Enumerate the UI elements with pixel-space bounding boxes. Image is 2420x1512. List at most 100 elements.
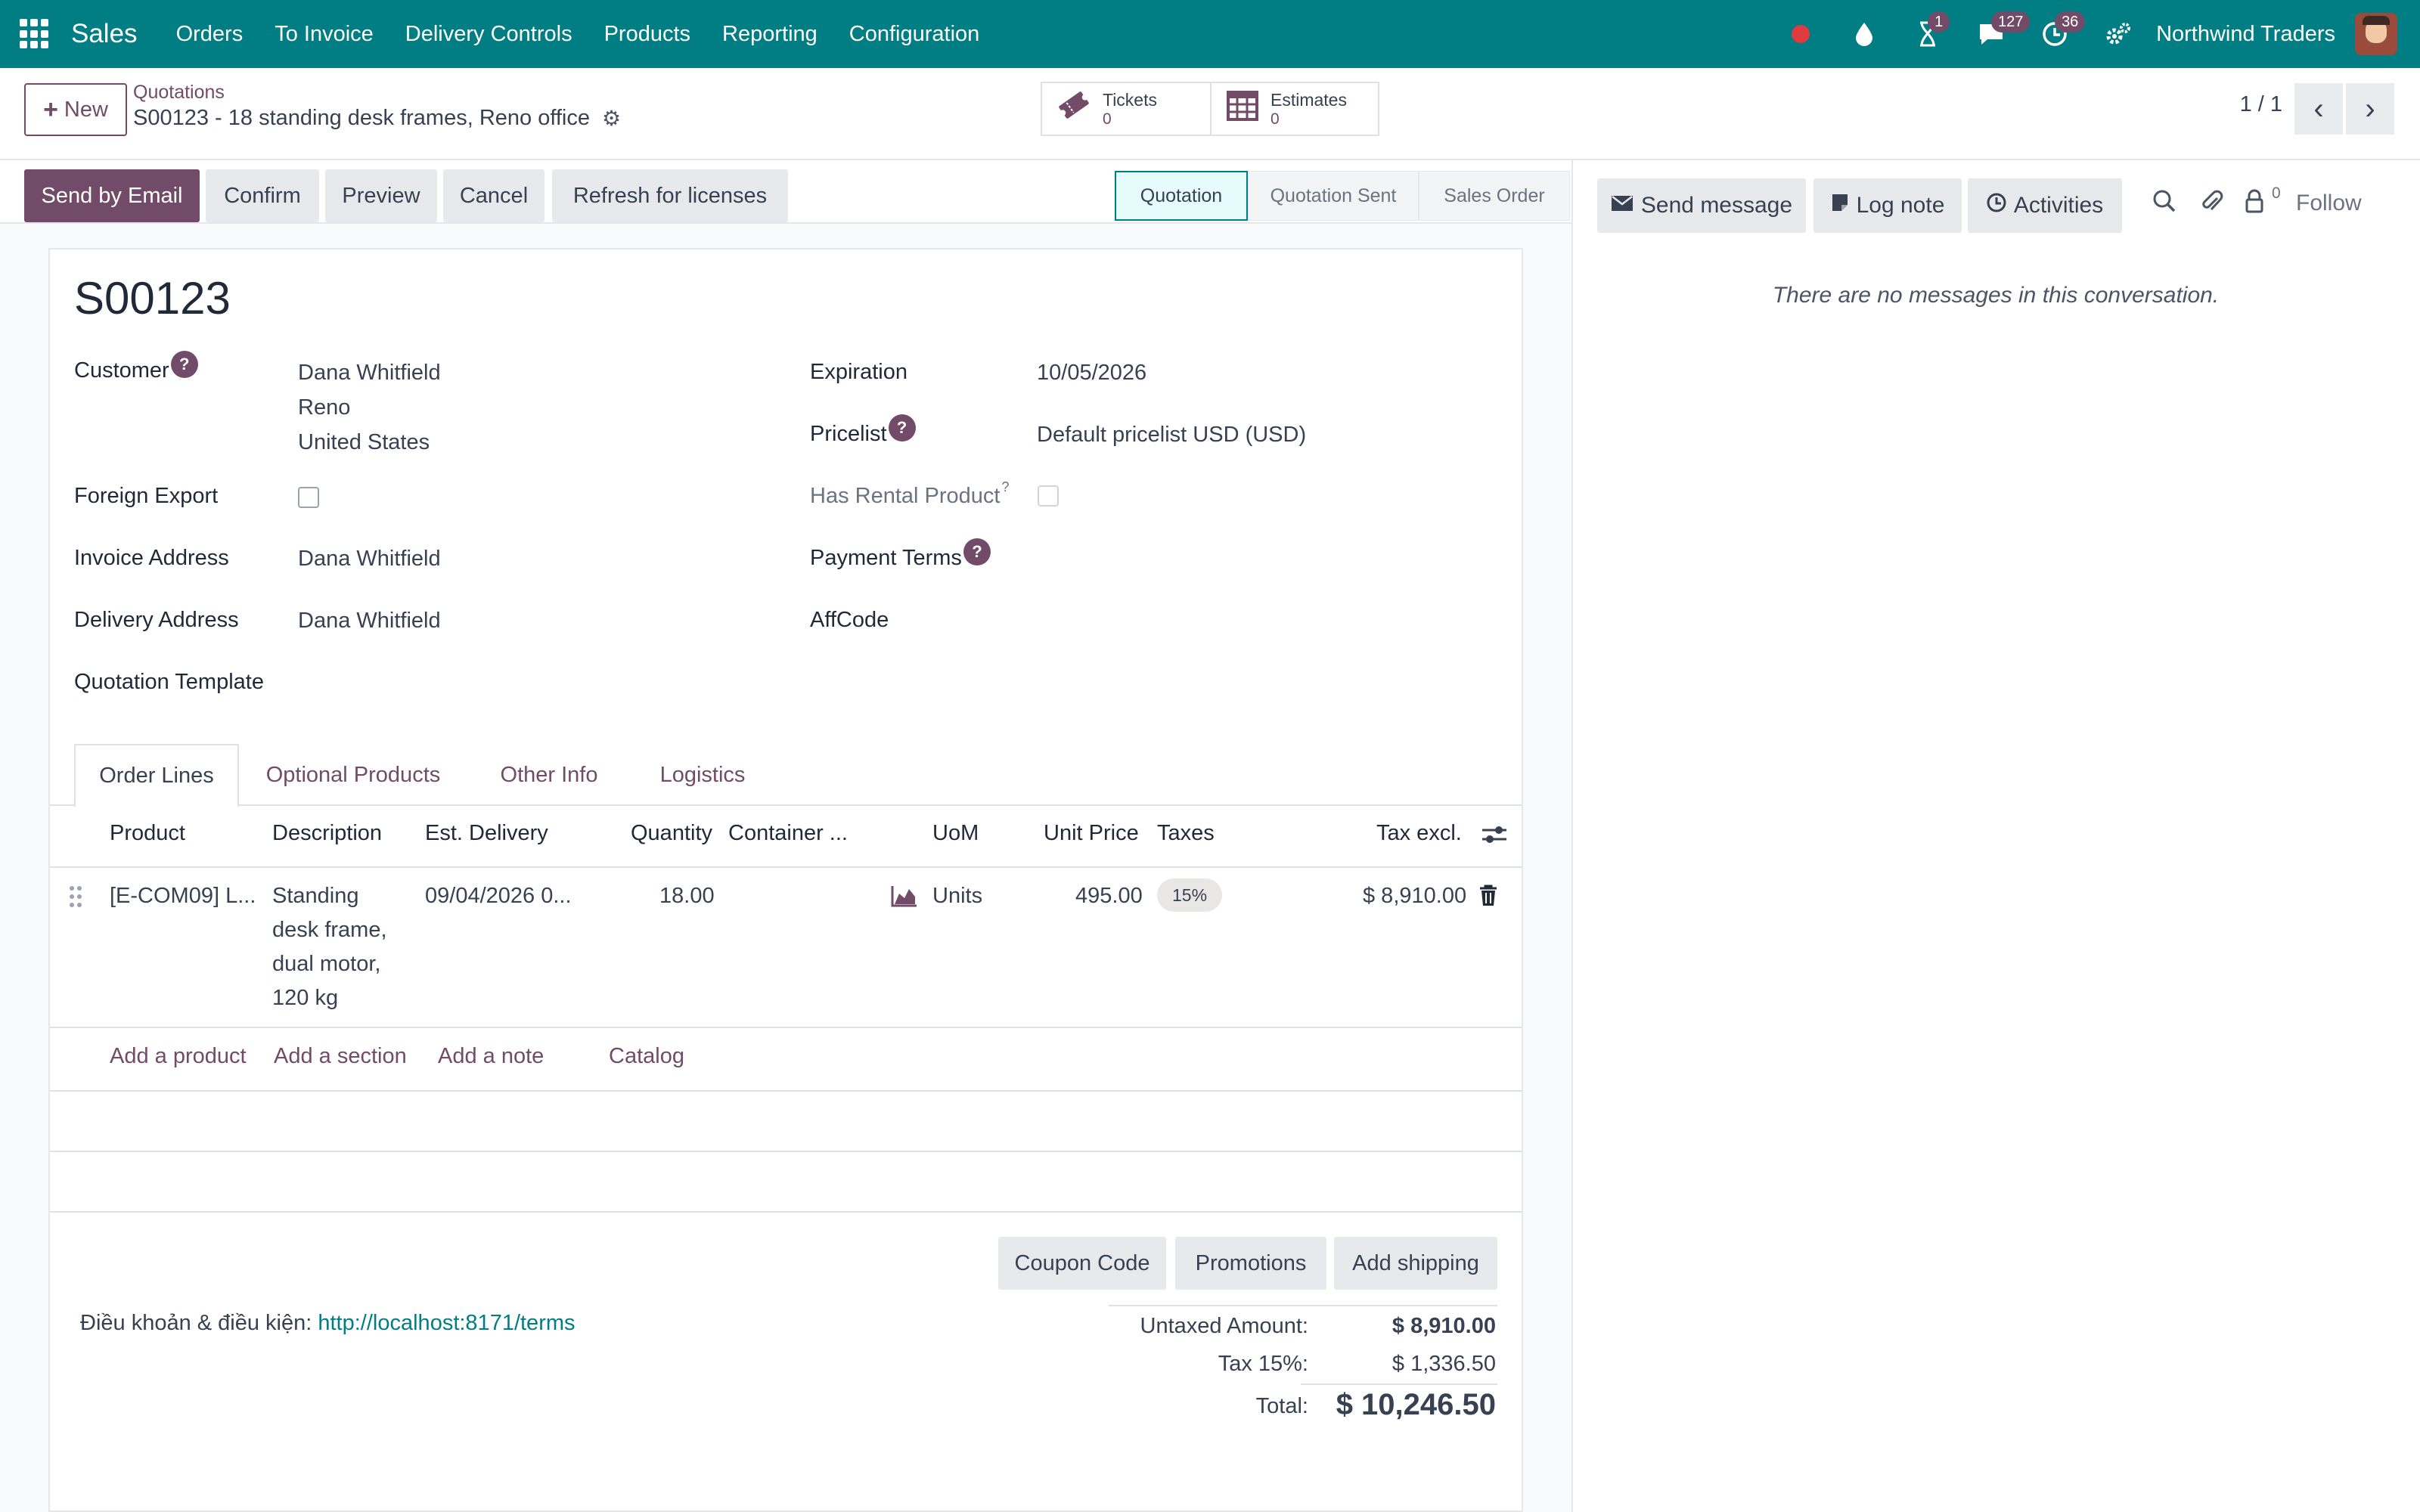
refresh-licenses-button[interactable]: Refresh for licenses — [552, 169, 788, 222]
gear-icon[interactable]: ⚙ — [602, 106, 621, 131]
column-container[interactable]: Container ... — [728, 821, 848, 846]
paperclip-icon[interactable] — [2201, 189, 2223, 221]
row-divider — [50, 1090, 1522, 1092]
column-tax-excl[interactable]: Tax excl. — [1376, 821, 1462, 846]
menu-to-invoice[interactable]: To Invoice — [275, 22, 374, 47]
pager-next-button[interactable]: › — [2346, 83, 2394, 135]
confirm-button[interactable]: Confirm — [206, 169, 319, 222]
send-message-button[interactable]: Send message — [1597, 178, 1806, 233]
add-section-link[interactable]: Add a section — [274, 1044, 407, 1069]
uom-cell[interactable]: Units — [932, 879, 982, 913]
tickets-smart-button[interactable]: Tickets 0 — [1041, 82, 1212, 136]
customer-field[interactable]: Dana Whitfield Reno United States — [298, 355, 441, 460]
foreign-export-checkbox[interactable] — [298, 487, 319, 508]
tab-optional-products[interactable]: Optional Products — [251, 744, 455, 806]
column-taxes[interactable]: Taxes — [1157, 821, 1215, 846]
affcode-label: AffCode — [810, 608, 889, 632]
messages-icon[interactable]: 127 — [1975, 11, 2031, 51]
preview-button[interactable]: Preview — [325, 169, 437, 222]
menu-configuration[interactable]: Configuration — [849, 22, 980, 47]
affcode-field[interactable] — [1037, 603, 1491, 638]
send-by-email-button[interactable]: Send by Email — [24, 169, 200, 222]
totals-divider — [1109, 1305, 1497, 1306]
recording-indicator-icon[interactable] — [1784, 17, 1817, 51]
help-icon[interactable]: ? — [1001, 479, 1009, 495]
tax-label: Tax 15%: — [1218, 1352, 1308, 1376]
hourglass-icon[interactable]: 1 — [1911, 11, 1950, 51]
menu-orders[interactable]: Orders — [176, 22, 244, 47]
help-icon[interactable]: ? — [888, 414, 916, 442]
tax-tag[interactable]: 15% — [1157, 878, 1223, 912]
tab-logistics[interactable]: Logistics — [638, 744, 767, 806]
app-brand[interactable]: Sales — [71, 19, 138, 49]
menu-products[interactable]: Products — [604, 22, 690, 47]
activities-button[interactable]: Activities — [1968, 178, 2122, 233]
column-settings-icon[interactable] — [1481, 823, 1508, 853]
product-cell[interactable]: [E-COM09] L... — [110, 879, 256, 913]
add-note-link[interactable]: Add a note — [438, 1044, 544, 1069]
est-delivery-cell[interactable]: 09/04/2026 0... — [425, 879, 572, 913]
column-quantity[interactable]: Quantity — [631, 821, 712, 846]
terms-note: Điều khoản & điều kiện: http://localhost… — [80, 1311, 576, 1335]
payment-terms-field[interactable] — [1037, 541, 1491, 576]
breadcrumb-quotations[interactable]: Quotations — [133, 82, 225, 104]
estimates-smart-button[interactable]: Estimates 0 — [1210, 82, 1379, 136]
expiration-label: Expiration — [810, 360, 908, 384]
settings-gears-icon[interactable] — [2102, 17, 2135, 51]
trash-icon[interactable] — [1479, 885, 1497, 913]
pricelist-field[interactable]: Default pricelist USD (USD) — [1037, 417, 1306, 452]
follow-button[interactable]: Follow — [2296, 191, 2362, 216]
table-header-divider — [50, 866, 1522, 868]
invoice-address-field[interactable]: Dana Whitfield — [298, 541, 441, 576]
add-shipping-button[interactable]: Add shipping — [1334, 1237, 1497, 1290]
clock-icon[interactable]: 36 — [2038, 11, 2086, 51]
column-unit-price[interactable]: Unit Price — [1044, 821, 1139, 846]
tab-other-info[interactable]: Other Info — [481, 744, 617, 806]
forecast-chart-icon[interactable] — [891, 885, 918, 913]
delivery-address-field[interactable]: Dana Whitfield — [298, 603, 441, 638]
pager-value[interactable]: 1 / 1 — [2240, 92, 2282, 117]
column-product[interactable]: Product — [110, 821, 185, 846]
coupon-code-button[interactable]: Coupon Code — [998, 1237, 1166, 1290]
drop-icon[interactable] — [1848, 17, 1881, 51]
log-note-button[interactable]: Log note — [1813, 178, 1962, 233]
drag-handle-icon[interactable] — [68, 885, 83, 915]
chatter-panel — [1571, 160, 2420, 1512]
help-icon[interactable]: ? — [963, 538, 991, 565]
add-product-link[interactable]: Add a product — [110, 1044, 247, 1069]
untaxed-amount-label: Untaxed Amount: — [1140, 1314, 1308, 1338]
stage-quotation[interactable]: Quotation — [1115, 171, 1248, 221]
quantity-cell[interactable]: 18.00 — [659, 879, 715, 913]
expiration-field[interactable]: 10/05/2026 — [1037, 355, 1146, 390]
apps-menu-icon[interactable] — [20, 19, 50, 49]
description-cell[interactable]: Standing desk frame, dual motor, 120 kg — [272, 879, 387, 1015]
help-icon[interactable]: ? — [170, 351, 198, 378]
ticket-icon — [1057, 90, 1091, 128]
foreign-export-label: Foreign Export — [74, 484, 219, 508]
user-avatar[interactable] — [2355, 13, 2397, 55]
stage-quotation-sent[interactable]: Quotation Sent — [1248, 171, 1419, 221]
cancel-button[interactable]: Cancel — [443, 169, 544, 222]
catalog-link[interactable]: Catalog — [609, 1044, 684, 1069]
clock-badge: 36 — [2055, 11, 2086, 33]
menu-delivery-controls[interactable]: Delivery Controls — [405, 22, 572, 47]
new-button[interactable]: + New — [24, 83, 127, 136]
followers-count: 0 — [2272, 184, 2281, 202]
column-description[interactable]: Description — [272, 821, 382, 846]
quotation-template-field[interactable] — [298, 665, 676, 700]
column-uom[interactable]: UoM — [932, 821, 979, 846]
tab-order-lines[interactable]: Order Lines — [74, 744, 239, 807]
company-switcher[interactable]: Northwind Traders — [2156, 22, 2335, 47]
row-divider — [50, 1027, 1522, 1028]
pager-previous-button[interactable]: ‹ — [2294, 83, 2343, 135]
followers-lock-icon[interactable] — [2245, 189, 2264, 219]
unit-price-cell[interactable]: 495.00 — [1075, 879, 1143, 913]
note-icon — [1831, 193, 1849, 218]
menu-reporting[interactable]: Reporting — [722, 22, 818, 47]
search-icon[interactable] — [2152, 189, 2176, 219]
column-est-delivery[interactable]: Est. Delivery — [425, 821, 548, 846]
quotation-template-label: Quotation Template — [74, 670, 264, 694]
promotions-button[interactable]: Promotions — [1175, 1237, 1326, 1290]
terms-link[interactable]: http://localhost:8171/terms — [318, 1311, 575, 1335]
stage-sales-order[interactable]: Sales Order — [1419, 171, 1570, 221]
